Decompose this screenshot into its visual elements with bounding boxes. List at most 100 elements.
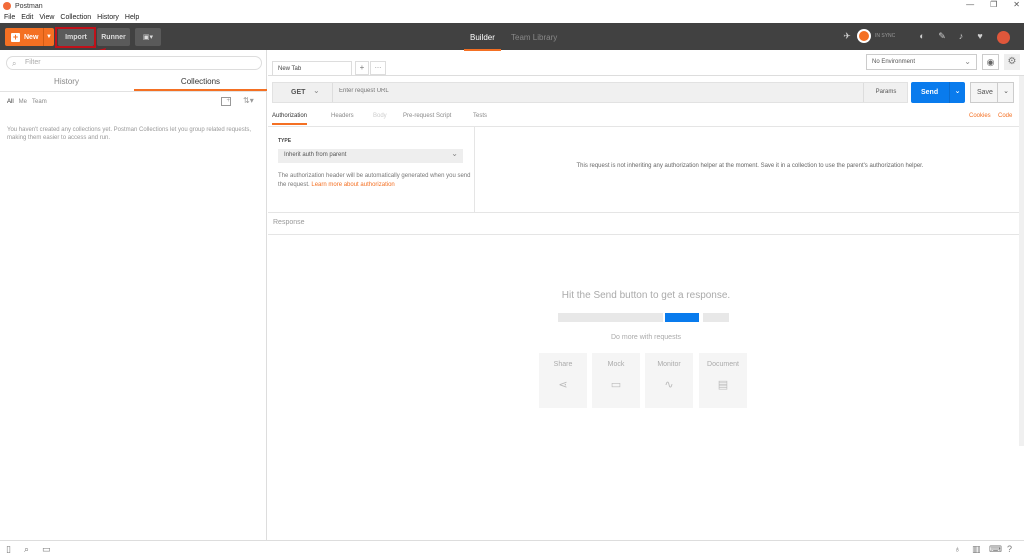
tab-body[interactable]: Body [373,113,387,119]
pulse-icon: ∿ [664,379,674,391]
postman-logo-icon [3,2,11,10]
illustration-send-bar [665,313,699,322]
method-select[interactable]: GET ⌄ [273,83,333,102]
menu-collection[interactable]: Collection [60,14,91,21]
new-dropdown-chevron-icon[interactable]: ▼ [43,28,54,46]
filter-me[interactable]: Me [19,99,27,105]
help-icon[interactable]: ? [1007,544,1012,554]
monitor-card[interactable]: Monitor ∿ [645,353,693,408]
url-input[interactable] [339,88,739,94]
illustration-bar [703,313,729,322]
tab-tests[interactable]: Tests [473,113,487,119]
save-dropdown-chevron-icon[interactable]: ⌄ [997,83,1014,102]
url-bar: GET ⌄ Params [272,82,908,103]
params-button[interactable]: Params [863,83,908,102]
close-window-button[interactable]: ✕ [1013,0,1020,9]
document-icon: ▤ [717,379,729,391]
auth-inherit-message: This request is not inheriting any autho… [576,163,924,169]
share-icon: ⋖ [558,379,568,391]
two-pane-view-icon[interactable]: ▥ [972,544,981,555]
tab-divider [268,75,1024,76]
tab-authorization[interactable]: Authorization [272,113,308,125]
menu-edit[interactable]: Edit [21,14,33,21]
auth-type-value: Inherit auth from parent [284,152,347,158]
sort-icon[interactable]: ⇅▾ [243,96,254,105]
auth-type-label: TYPE [278,138,292,144]
lightbulb-icon[interactable]: ♁ [954,544,961,554]
auth-type-panel: TYPE Inherit auth from parent ⌄ The auth… [268,127,475,212]
satellite-icon[interactable]: ✈ [842,31,852,41]
document-card[interactable]: Document ▤ [699,353,747,408]
add-tab-button[interactable]: + [355,61,369,75]
tab-history[interactable]: History [0,77,133,91]
import-highlight-box [55,27,96,48]
monitor-card-label: Monitor [657,361,681,368]
environment-value: No Environment [872,59,916,65]
request-tab[interactable]: New Tab [272,61,352,76]
document-card-label: Document [707,361,739,368]
learn-more-auth-link[interactable]: Learn more about authorization [311,182,394,188]
more-tabs-button[interactable]: … [370,61,386,75]
tab-builder[interactable]: Builder [464,33,501,51]
search-icon[interactable]: ⌕ [24,544,29,555]
new-button[interactable]: + New ▼ [5,28,54,46]
empty-collections-message: You haven't created any collections yet.… [7,127,252,141]
illustration-bar [558,313,663,322]
tab-collections[interactable]: Collections [134,77,267,91]
save-button-label: Save [977,89,993,96]
toggle-sidebar-icon[interactable]: ▯ [6,544,11,555]
heart-icon[interactable]: ♥ [975,31,985,41]
filter-input[interactable]: ⌕ Filter [6,56,262,70]
response-divider-bottom [268,234,1024,235]
mock-server-icon: ▭ [610,379,622,391]
menu-history[interactable]: History [97,14,119,21]
menu-help[interactable]: Help [125,14,139,21]
auth-description: The authorization header will be automat… [278,172,473,190]
menu-file[interactable]: File [4,14,15,21]
keyboard-shortcuts-icon[interactable]: ⌨ [989,544,1002,555]
send-dropdown-chevron-icon[interactable]: ⌄ [949,82,965,103]
send-button-label: Send [921,89,939,96]
gear-icon[interactable]: ⚙ [1004,54,1020,70]
filter-placeholder: Filter [25,59,41,66]
response-label: Response [273,219,305,226]
mock-card-label: Mock [607,361,625,368]
toolbar: + New ▼ Import Runner ▣▾ Builder Team Li… [0,23,1024,51]
notifications-bell-icon[interactable]: ♪ [956,31,966,41]
settings-wrench-icon[interactable]: ✎ [937,31,947,41]
environment-quick-look-button[interactable]: ◉ [982,54,999,70]
chevron-down-icon: ⌄ [451,149,458,158]
menu-view[interactable]: View [39,14,54,21]
maximize-button[interactable]: ❐ [990,0,997,9]
send-button[interactable]: Send ⌄ [911,82,965,103]
code-link[interactable]: Code [998,113,1012,119]
do-more-label: Do more with requests [610,334,682,341]
environment-select[interactable]: No Environment ⌄ [866,54,977,70]
tab-team-library[interactable]: Team Library [511,33,557,42]
plus-icon: + [11,31,20,42]
status-bar: ▯ ⌕ ▭ ♁ ▥ ⌨ ? [0,540,1024,558]
main-scrollbar[interactable] [1019,76,1024,446]
tab-pre-request-script[interactable]: Pre-request Script [403,113,451,119]
share-card-label: Share [553,361,573,368]
runner-button[interactable]: Runner [97,28,130,46]
auth-type-select[interactable]: Inherit auth from parent ⌄ [278,149,463,163]
collection-filters: All Me Team [7,99,47,105]
new-collection-icon[interactable]: + [221,97,231,106]
tab-headers[interactable]: Headers [331,113,354,119]
minimize-button[interactable]: — [966,0,974,9]
filter-team[interactable]: Team [32,99,47,105]
interceptor-icon[interactable]: ◐ [917,31,927,41]
new-window-button[interactable]: ▣▾ [135,28,161,46]
filter-all[interactable]: All [7,99,14,105]
save-button[interactable]: Save ⌄ [970,82,1014,103]
share-card[interactable]: Share ⋖ [539,353,587,408]
console-icon[interactable]: ▭ [42,544,51,555]
user-avatar[interactable] [997,31,1010,44]
sync-status-icon[interactable] [857,29,871,43]
sidebar-divider [0,91,267,92]
cookies-link[interactable]: Cookies [969,113,991,119]
mock-card[interactable]: Mock ▭ [592,353,640,408]
search-icon: ⌕ [12,59,17,68]
sidebar: ⌕ Filter History Collections All Me Team… [0,50,267,540]
